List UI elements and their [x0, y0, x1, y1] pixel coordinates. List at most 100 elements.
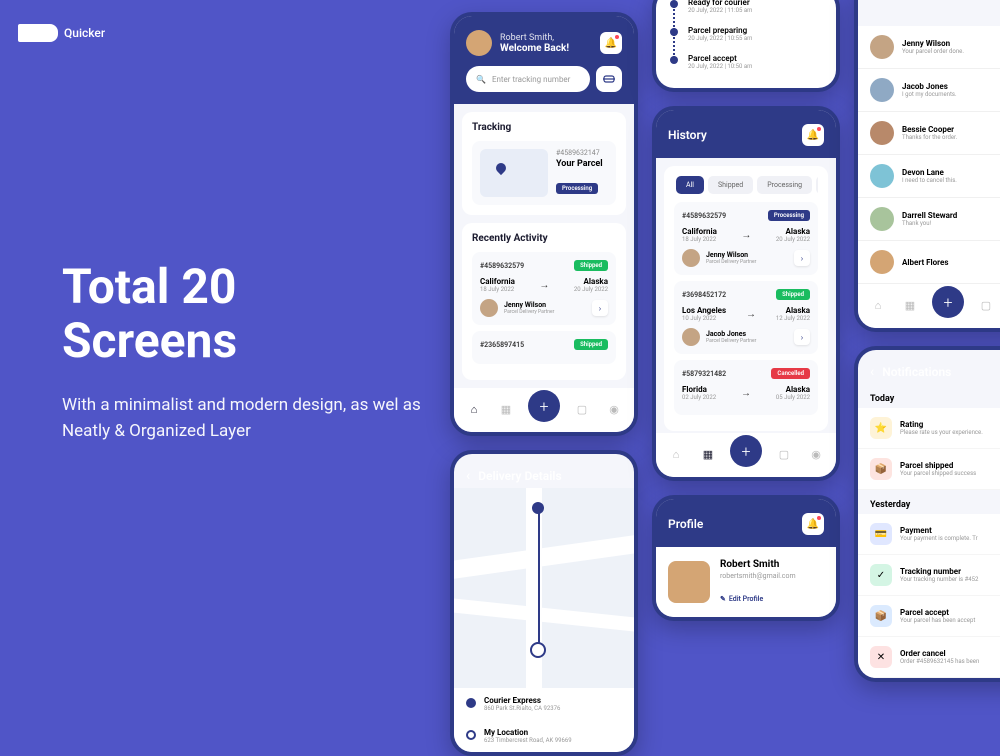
back-button[interactable]: ‹ — [870, 364, 874, 380]
logo-icon — [18, 24, 58, 42]
screen-home: Robert Smith, Welcome Back! 🔔 🔍 Enter tr… — [450, 12, 638, 436]
nav-chat[interactable]: ▢ — [774, 444, 794, 464]
bottom-nav: ⌂ ▦ + ▢ ▤ — [858, 284, 1000, 328]
message-item[interactable]: Jenny WilsonYour parcel order done. — [858, 26, 1000, 69]
history-item[interactable]: #3698452172Shipped Los Angeles10 July 20… — [674, 281, 818, 354]
history-item[interactable]: #5879321482Cancelled Florida02 July 2022… — [674, 360, 818, 415]
scan-button[interactable] — [596, 66, 622, 92]
profile-email: robertsmith@gmail.com — [720, 572, 796, 580]
edit-profile-button[interactable]: ✎Edit Profile — [720, 595, 763, 603]
message-item[interactable]: Darrell StewardThank you! — [858, 198, 1000, 241]
filter-tabs: AllShippedProcessing Cancel — [674, 176, 818, 202]
page-title: Notifications — [882, 365, 951, 379]
history-item[interactable]: #4589632579Processing California18 July … — [674, 202, 818, 275]
welcome-text: Robert Smith, Welcome Back! — [500, 33, 592, 54]
nav-add-button[interactable]: + — [528, 390, 560, 422]
notification-item[interactable]: 📦Parcel acceptYour parcel has been accep… — [858, 596, 1000, 637]
profile-name: Robert Smith — [720, 559, 796, 570]
chevron-right-icon[interactable]: › — [794, 250, 810, 266]
nav-chat[interactable]: ▢ — [976, 295, 996, 315]
notif-icon: ✕ — [870, 646, 892, 668]
notif-icon: 📦 — [870, 605, 892, 627]
tracking-card[interactable]: #4589632147 Your Parcel Processing — [472, 141, 616, 205]
page-title: History — [668, 128, 707, 142]
tab-all[interactable]: All — [676, 176, 704, 194]
bottom-nav: ⌂ ▦ + ▢ ◉ — [454, 388, 634, 432]
nav-add-button[interactable]: + — [730, 435, 762, 467]
search-icon: 🔍 — [476, 75, 486, 84]
courier-address: Courier Express860 Park St.Rialto, CA 92… — [454, 688, 634, 720]
arrow-icon: → — [746, 309, 756, 320]
map[interactable] — [454, 488, 634, 688]
tracking-title: Tracking — [472, 122, 616, 133]
pencil-icon: ✎ — [720, 595, 726, 603]
avatar — [870, 164, 894, 188]
activity-item[interactable]: #4589632579 Shipped California18 July 20… — [472, 252, 616, 325]
status-badge: Shipped — [574, 339, 608, 350]
message-item[interactable]: Albert Flores — [858, 241, 1000, 284]
screen-profile: Profile 🔔 Robert Smith robertsmith@gmail… — [652, 495, 840, 621]
nav-add-button[interactable]: + — [932, 286, 964, 318]
nav-home[interactable]: ⌂ — [868, 295, 888, 315]
bell-button[interactable]: 🔔 — [802, 124, 824, 146]
bell-button[interactable]: 🔔 — [600, 32, 622, 54]
map-home-icon — [530, 642, 546, 658]
status-badge: Processing — [556, 183, 598, 194]
nav-home[interactable]: ⌂ — [464, 399, 484, 419]
message-item[interactable]: Devon LaneI need to cancel this. — [858, 155, 1000, 198]
brand-name: Quicker — [64, 26, 105, 40]
status-badge: Shipped — [574, 260, 608, 271]
avatar — [870, 121, 894, 145]
nav-profile[interactable]: ◉ — [806, 444, 826, 464]
message-item[interactable]: Jacob JonesI got my documents. — [858, 69, 1000, 112]
avatar — [682, 249, 700, 267]
avatar — [870, 250, 894, 274]
page-title: Delivery Details — [478, 469, 561, 483]
nav-docs[interactable]: ▦ — [698, 444, 718, 464]
section-yesterday: Yesterday — [858, 490, 1000, 514]
scan-icon — [602, 72, 616, 86]
nav-docs[interactable]: ▦ — [900, 295, 920, 315]
tab-cancel[interactable]: Cancel — [816, 176, 818, 194]
avatar — [682, 328, 700, 346]
notif-icon: 💳 — [870, 523, 892, 545]
activity-item[interactable]: #2365897415 Shipped — [472, 331, 616, 364]
map-pin-icon — [532, 502, 544, 514]
search-input[interactable]: 🔍 Enter tracking number — [466, 66, 590, 92]
chevron-right-icon[interactable]: › — [794, 329, 810, 345]
back-button[interactable]: ‹ — [466, 468, 470, 484]
nav-chat[interactable]: ▢ — [572, 399, 592, 419]
status-badge: Processing — [768, 210, 810, 221]
tab-shipped[interactable]: Shipped — [708, 176, 753, 194]
avatar[interactable] — [668, 561, 710, 603]
chevron-right-icon[interactable]: › — [592, 300, 608, 316]
nav-profile[interactable]: ◉ — [604, 399, 624, 419]
notif-icon: ⭐ — [870, 417, 892, 439]
arrow-icon: → — [539, 280, 549, 291]
message-item[interactable]: Bessie CooperThanks for the order. — [858, 112, 1000, 155]
avatar — [870, 207, 894, 231]
screen-history: History 🔔 AllShippedProcessingCancel #45… — [652, 106, 840, 481]
arrow-icon: → — [741, 388, 751, 399]
nav-docs[interactable]: ▦ — [496, 399, 516, 419]
avatar[interactable] — [466, 30, 492, 56]
notification-item[interactable]: 📦Parcel shippedYour parcel shipped succe… — [858, 449, 1000, 490]
arrow-icon: → — [741, 230, 751, 241]
recent-title: Recently Activity — [472, 233, 616, 244]
my-address: My Location623 Timbercrest Road, AK 9966… — [454, 720, 634, 752]
timeline-item: Parcel preparing20 July, 2022 | 10:55 am — [670, 20, 822, 48]
notification-item[interactable]: 💳PaymentYour payment is complete. Tr — [858, 514, 1000, 555]
screen-delivery: ‹ Delivery Details Courier Express860 Pa… — [450, 450, 638, 756]
bell-button[interactable]: 🔔 — [802, 513, 824, 535]
notification-item[interactable]: ✕Order cancelOrder #4589632145 has been — [858, 637, 1000, 678]
avatar — [480, 299, 498, 317]
notification-item[interactable]: ✓Tracking numberYour tracking number is … — [858, 555, 1000, 596]
screen-messages: Jenny WilsonYour parcel order done.Jacob… — [854, 0, 1000, 332]
timeline-item: Ready for courier20 July, 2022 | 11:05 a… — [670, 0, 822, 20]
status-badge: Shipped — [776, 289, 810, 300]
nav-home[interactable]: ⌂ — [666, 444, 686, 464]
notif-icon: ✓ — [870, 564, 892, 586]
notification-item[interactable]: ⭐RatingPlease rate us your experience. — [858, 408, 1000, 449]
tab-processing[interactable]: Processing — [757, 176, 812, 194]
timeline-item: Parcel accept20 July, 2022 | 10:50 am — [670, 48, 822, 76]
